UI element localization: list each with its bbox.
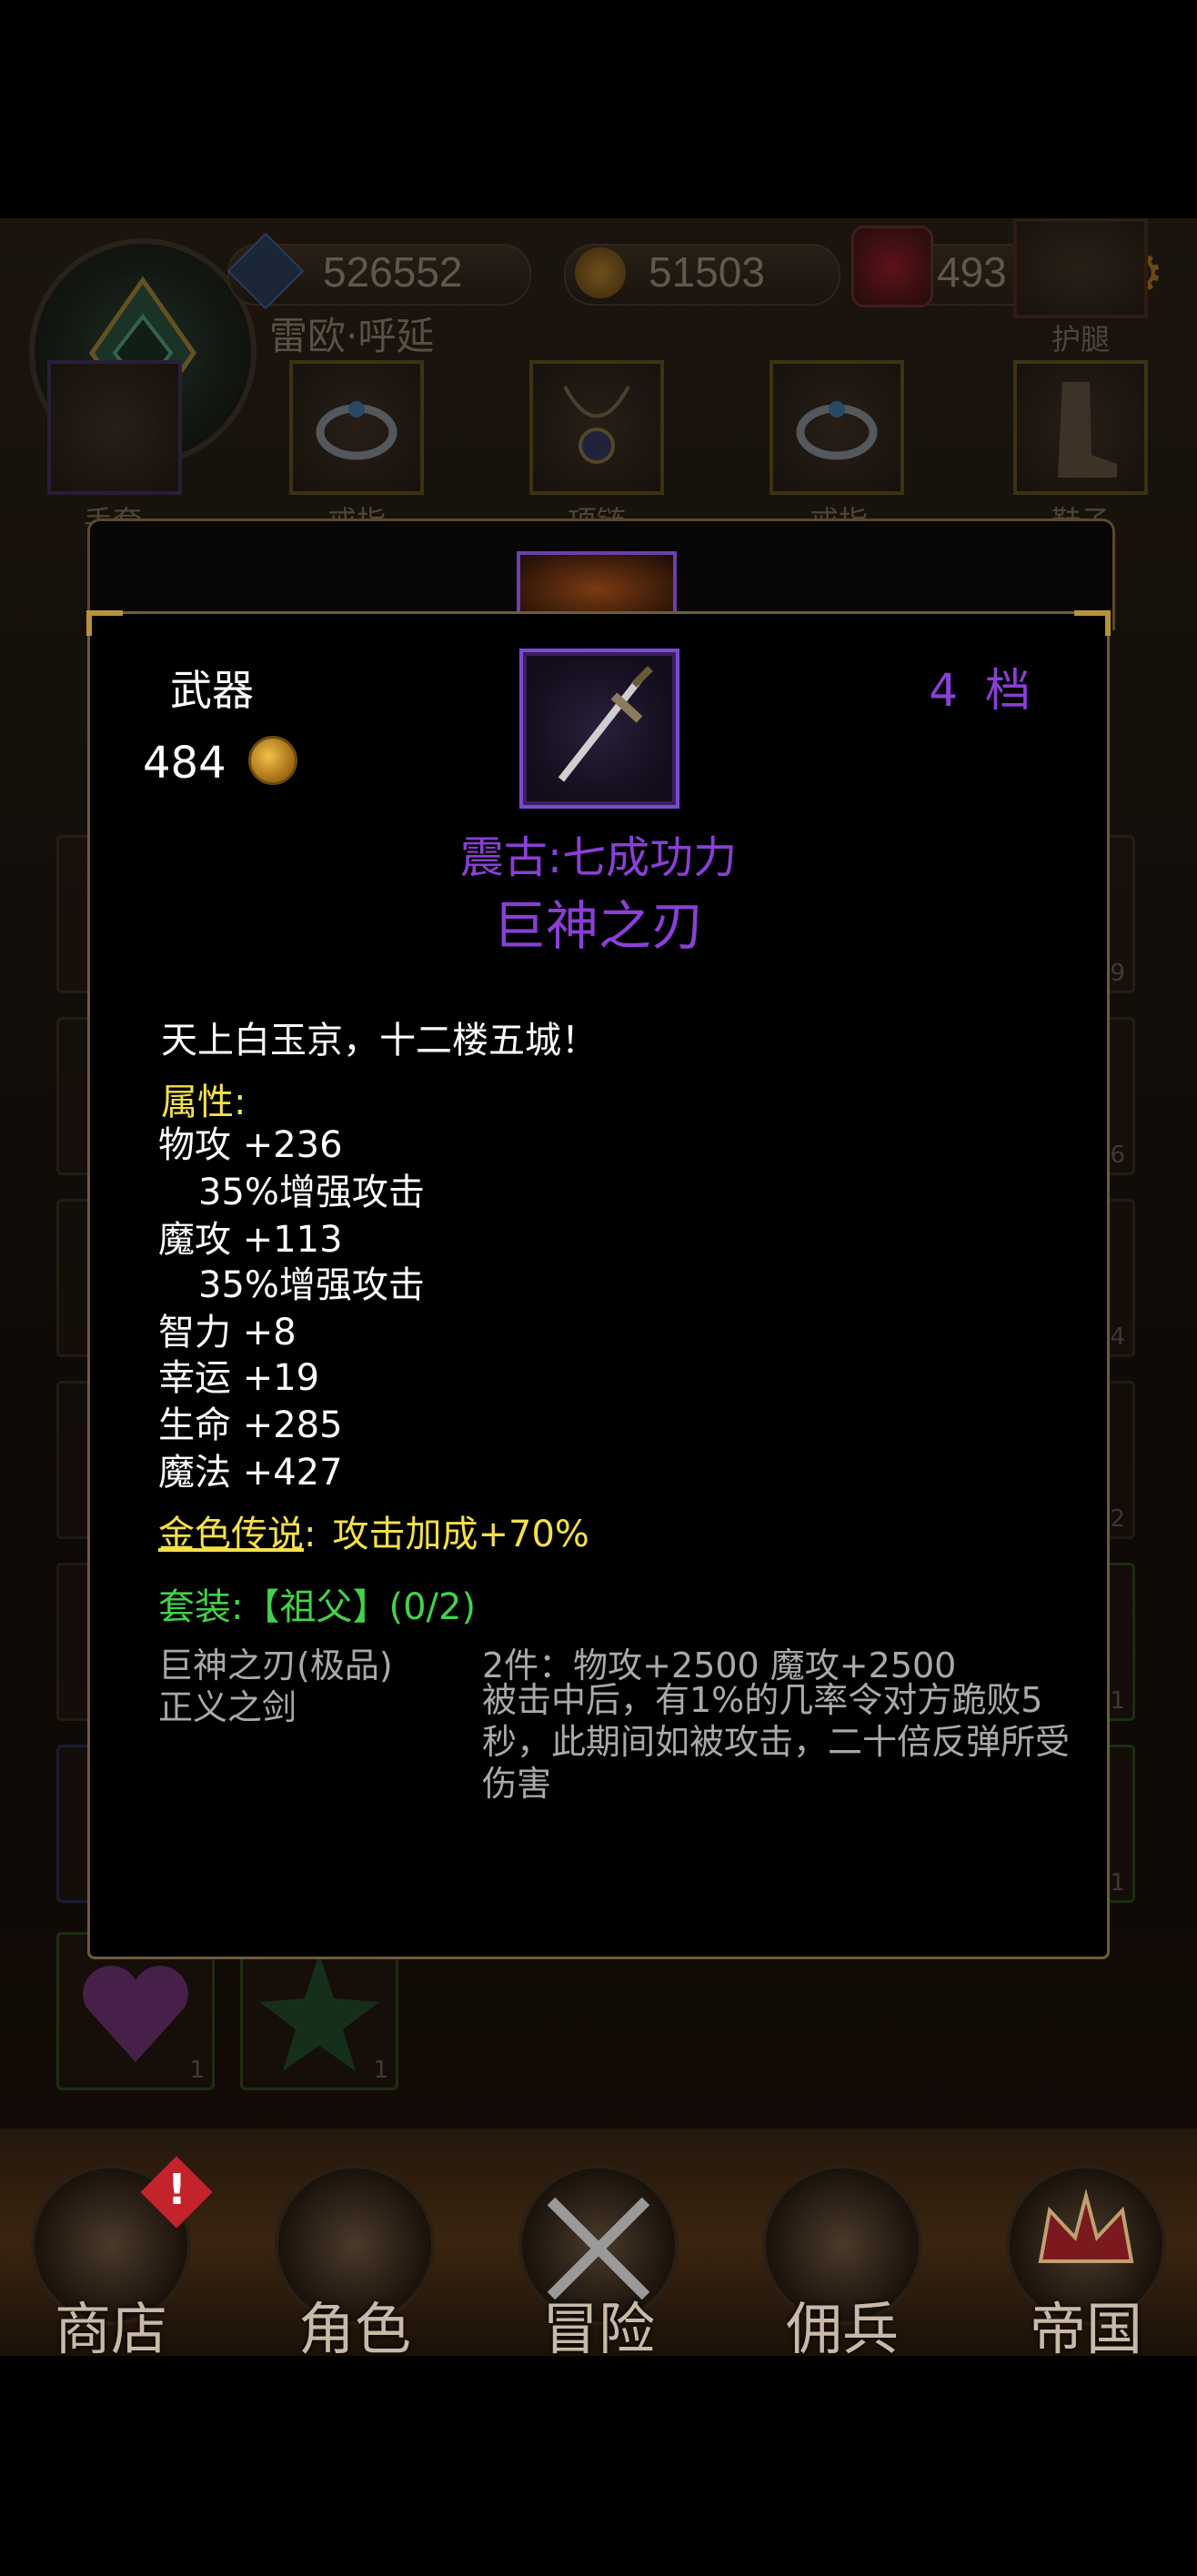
attr-physical-attack-bonus: 35%增强攻击 xyxy=(198,1172,425,1213)
blue-currency-value: 526552 xyxy=(323,248,463,296)
slot-boots[interactable] xyxy=(1013,360,1148,495)
crown-icon xyxy=(1038,2189,1134,2263)
slot-label-legguards: 护腿 xyxy=(1051,322,1111,357)
attr-health: 生命 +285 xyxy=(158,1404,343,1446)
nav-character-label: 角色 xyxy=(298,2296,412,2362)
attr-mana: 魔法 +427 xyxy=(158,1452,343,1494)
red-currency-value: 493 xyxy=(937,248,1007,296)
legend-separator: : xyxy=(304,1514,317,1555)
corner-ornament-icon xyxy=(86,610,123,636)
legend-label[interactable]: 金色传说 xyxy=(158,1514,304,1555)
attr-physical-attack: 物攻 +236 xyxy=(158,1124,343,1166)
nav-shop-label: 商店 xyxy=(55,2296,168,2362)
item-name: 巨神之刃 xyxy=(492,895,704,957)
item-tier: 4 档 xyxy=(929,664,1031,717)
attr-luck: 幸运 +19 xyxy=(158,1357,320,1399)
item-price: 484 xyxy=(143,738,226,789)
legend-line: 金色传说: 攻击加成+70% xyxy=(158,1504,589,1557)
slot-necklace[interactable] xyxy=(529,360,664,495)
ring-icon xyxy=(316,401,397,460)
nav-mercenary-label: 佣兵 xyxy=(786,2296,900,2362)
nav-empire-label: 帝国 xyxy=(1030,2296,1143,2362)
slot-gloves[interactable] xyxy=(47,360,182,495)
gold-coin-icon xyxy=(575,247,626,298)
set-bonus-description: 被击中后，有1%的几率令对方跪败5秒，此期间如被攻击，二十倍反弹所受伤害 xyxy=(482,1680,1071,1804)
set-item: 正义之剑 xyxy=(158,1687,297,1727)
boots-icon xyxy=(1058,382,1117,478)
set-title: 套装:【祖父】(0/2) xyxy=(158,1586,477,1628)
alert-exclamation: ! xyxy=(167,2165,186,2214)
gold-currency-value: 51503 xyxy=(649,248,765,296)
nav-adventure-label: 冒险 xyxy=(542,2296,656,2362)
gold-coin-icon xyxy=(248,736,297,785)
sword-icon xyxy=(558,666,653,782)
item-category: 武器 xyxy=(170,666,254,715)
player-name: 雷欧·呼延 xyxy=(269,314,435,358)
slot-ring-left[interactable] xyxy=(289,360,424,495)
slot-helmet[interactable] xyxy=(1013,218,1148,318)
ring-icon xyxy=(796,401,878,460)
legend-value: 攻击加成+70% xyxy=(332,1514,589,1555)
corner-ornament-icon xyxy=(1074,610,1111,636)
item-prefix: 震古:七成功力 xyxy=(459,832,738,883)
necklace-icon xyxy=(563,386,630,464)
attr-magic-attack-bonus: 35%增强攻击 xyxy=(198,1264,425,1306)
item-icon-frame[interactable] xyxy=(519,649,679,809)
slot-ring-right[interactable] xyxy=(770,360,904,495)
red-gem-icon xyxy=(851,226,933,307)
item-quote: 天上白玉京，十二楼五城！ xyxy=(161,1020,598,1062)
